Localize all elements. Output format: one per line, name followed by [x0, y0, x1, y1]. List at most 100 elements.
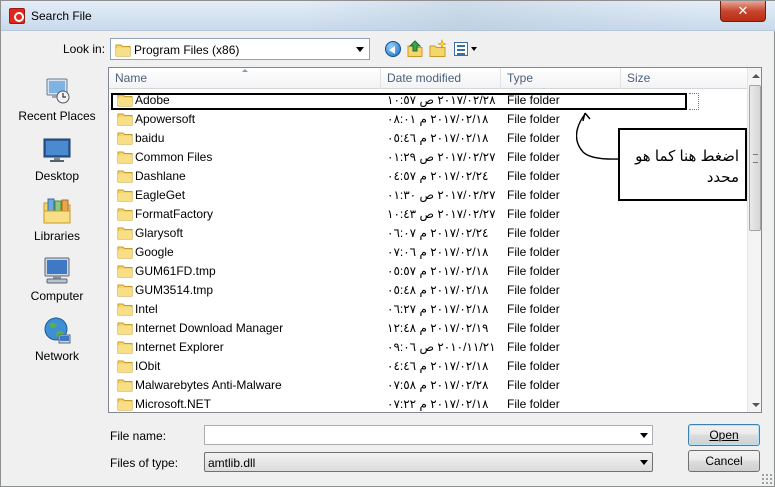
file-list[interactable]: Name Date modified Type Size Adobe ٢٠١٧/٠…	[108, 67, 762, 413]
type-cell: File folder	[507, 321, 560, 335]
column-header: Name Date modified Type Size	[109, 68, 747, 89]
file-name-cell: Glarysoft	[135, 226, 184, 240]
folder-icon	[117, 302, 133, 319]
column-date-modified[interactable]: Date modified	[381, 68, 501, 89]
new-folder-icon[interactable]	[428, 39, 448, 59]
folder-icon	[117, 359, 133, 376]
type-cell: File folder	[507, 226, 560, 240]
file-name-cell: Dashlane	[135, 169, 186, 183]
place-label: Desktop	[34, 169, 80, 183]
date-modified-cell: ٢٠١٠/١١/٢١ ص ٠٩:٠٦	[387, 340, 496, 354]
file-type-value: amtlib.dll	[208, 456, 256, 470]
file-name-cell: Malwarebytes Anti-Malware	[135, 378, 282, 392]
scroll-down-icon[interactable]	[752, 403, 760, 407]
folder-icon	[117, 283, 133, 300]
place-label: Network	[34, 349, 79, 363]
vertical-scrollbar[interactable]	[747, 68, 761, 412]
file-name-cell: IObit	[135, 359, 161, 373]
type-cell: File folder	[507, 264, 560, 278]
look-in-label: Look in:	[63, 42, 106, 56]
table-row[interactable]: Internet Explorer ٢٠١٠/١١/٢١ ص ٠٩:٠٦ File …	[109, 337, 747, 356]
cancel-button[interactable]: Cancel	[688, 450, 760, 472]
file-name-cell: baidu	[135, 131, 165, 145]
type-cell: File folder	[507, 340, 560, 354]
folder-icon	[117, 321, 133, 338]
recent-places-icon	[46, 78, 70, 104]
date-modified-cell: ٢٠١٧/٠٢/١٨ م ٠٤:٤٦	[387, 359, 489, 373]
file-name-cell: Google	[135, 245, 174, 259]
title-bar-glass	[301, 1, 701, 31]
file-name-cell: Intel	[135, 302, 158, 316]
file-type-label: Files of type:	[110, 456, 179, 470]
folder-icon	[115, 44, 131, 57]
place-network[interactable]: Network	[9, 311, 105, 369]
column-name[interactable]: Name	[109, 68, 381, 89]
file-name-cell: GUM3514.tmp	[135, 283, 214, 297]
table-row[interactable]: Intel ٢٠١٧/٠٢/١٨ م ٠٦:٢٧ File folder	[109, 299, 747, 318]
type-cell: File folder	[507, 188, 560, 202]
back-icon[interactable]	[383, 39, 403, 59]
open-button[interactable]: Open	[688, 424, 760, 446]
type-cell: File folder	[507, 207, 560, 221]
close-button[interactable]: ✕	[720, 1, 766, 22]
place-label: Computer	[30, 289, 84, 303]
place-desktop[interactable]: Desktop	[9, 131, 105, 189]
chevron-down-icon[interactable]	[640, 433, 648, 438]
title-bar[interactable]: Search File ✕	[1, 1, 775, 31]
table-row[interactable]: GUM61FD.tmp ٢٠١٧/٠٢/١٨ م ٠٥:٥٧ File folder	[109, 261, 747, 280]
file-name-cell: Apowersoft	[135, 112, 196, 126]
folder-icon	[117, 207, 133, 224]
table-row[interactable]: GUM3514.tmp ٢٠١٧/٠٢/١٨ م ٠٥:٤٨ File folder	[109, 280, 747, 299]
date-modified-cell: ٢٠١٧/٠٢/١٨ م ٠٧:٢٢	[387, 397, 489, 411]
table-row[interactable]: Microsoft.NET ٢٠١٧/٠٢/١٨ م ٠٧:٢٢ File fold…	[109, 394, 747, 412]
folder-icon	[117, 188, 133, 205]
up-folder-icon[interactable]	[405, 39, 425, 59]
table-row[interactable]: Internet Download Manager ٢٠١٧/٠٢/١٩ م ١٢…	[109, 318, 747, 337]
date-modified-cell: ٢٠١٧/٠٢/١٨ م ٠٧:٠٦	[387, 245, 489, 259]
table-row[interactable]: Glarysoft ٢٠١٧/٠٢/٢٤ م ٠٦:٠٧ File folder	[109, 223, 747, 242]
chevron-down-icon[interactable]	[640, 460, 648, 465]
date-modified-cell: ٢٠١٧/٠٢/١٨ م ٠٨:٠١	[387, 112, 489, 126]
place-label: Recent Places	[18, 109, 96, 123]
folder-icon	[117, 340, 133, 357]
column-size[interactable]: Size	[621, 68, 747, 89]
type-cell: File folder	[507, 169, 560, 183]
place-libraries[interactable]: Libraries	[9, 191, 105, 249]
folder-icon	[117, 226, 133, 243]
date-modified-cell: ٢٠١٧/٠٢/١٨ م ٠٦:٢٧	[387, 302, 489, 316]
table-row[interactable]: FormatFactory ٢٠١٧/٠٢/٢٧ ص ١٠:٤٣ File fold…	[109, 204, 747, 223]
views-menu-icon[interactable]	[452, 39, 480, 59]
type-cell: File folder	[507, 245, 560, 259]
column-type[interactable]: Type	[501, 68, 621, 89]
date-modified-cell: ٢٠١٧/٠٢/٢٧ ص ٠١:٣٠	[387, 188, 496, 202]
file-name-cell: GUM61FD.tmp	[135, 264, 216, 278]
resize-grip[interactable]	[761, 473, 773, 485]
scroll-thumb[interactable]	[749, 85, 761, 231]
annotation-text: اضغط هنا كما هو محدد	[635, 148, 739, 186]
type-cell: File folder	[507, 150, 560, 164]
folder-icon	[117, 264, 133, 281]
table-row[interactable]: IObit ٢٠١٧/٠٢/١٨ م ٠٤:٤٦ File folder	[109, 356, 747, 375]
selected-row-highlight	[111, 93, 687, 110]
date-modified-cell: ٢٠١٧/٠٢/٢٧ ص ١٠:٤٣	[387, 207, 496, 221]
table-row[interactable]: Apowersoft ٢٠١٧/٠٢/١٨ م ٠٨:٠١ File folder	[109, 109, 747, 128]
folder-icon	[117, 169, 133, 186]
file-name-field[interactable]	[204, 425, 653, 445]
date-modified-cell: ٢٠١٧/٠٢/١٨ م ٠٥:٥٧	[387, 264, 489, 278]
scroll-up-icon[interactable]	[752, 74, 760, 78]
file-name-cell: Microsoft.NET	[135, 397, 212, 411]
place-recent-places[interactable]: Recent Places	[9, 71, 105, 129]
table-row[interactable]: Google ٢٠١٧/٠٢/١٨ م ٠٧:٠٦ File folder	[109, 242, 747, 261]
place-computer[interactable]: Computer	[9, 251, 105, 309]
look-in-combo[interactable]: Program Files (x86)	[110, 38, 370, 60]
file-type-select[interactable]: amtlib.dll	[204, 452, 653, 472]
selected-row-focus	[689, 93, 699, 110]
file-name-label-text: File name:	[110, 429, 167, 443]
folder-icon	[117, 245, 133, 262]
table-row[interactable]: Malwarebytes Anti-Malware ٢٠١٧/٠٢/٢٨ م ٠٧…	[109, 375, 747, 394]
type-cell: File folder	[507, 283, 560, 297]
annotation-box: اضغط هنا كما هو محدد	[618, 128, 747, 201]
type-cell: File folder	[507, 302, 560, 316]
folder-icon	[117, 150, 133, 167]
chevron-down-icon[interactable]	[356, 47, 364, 52]
